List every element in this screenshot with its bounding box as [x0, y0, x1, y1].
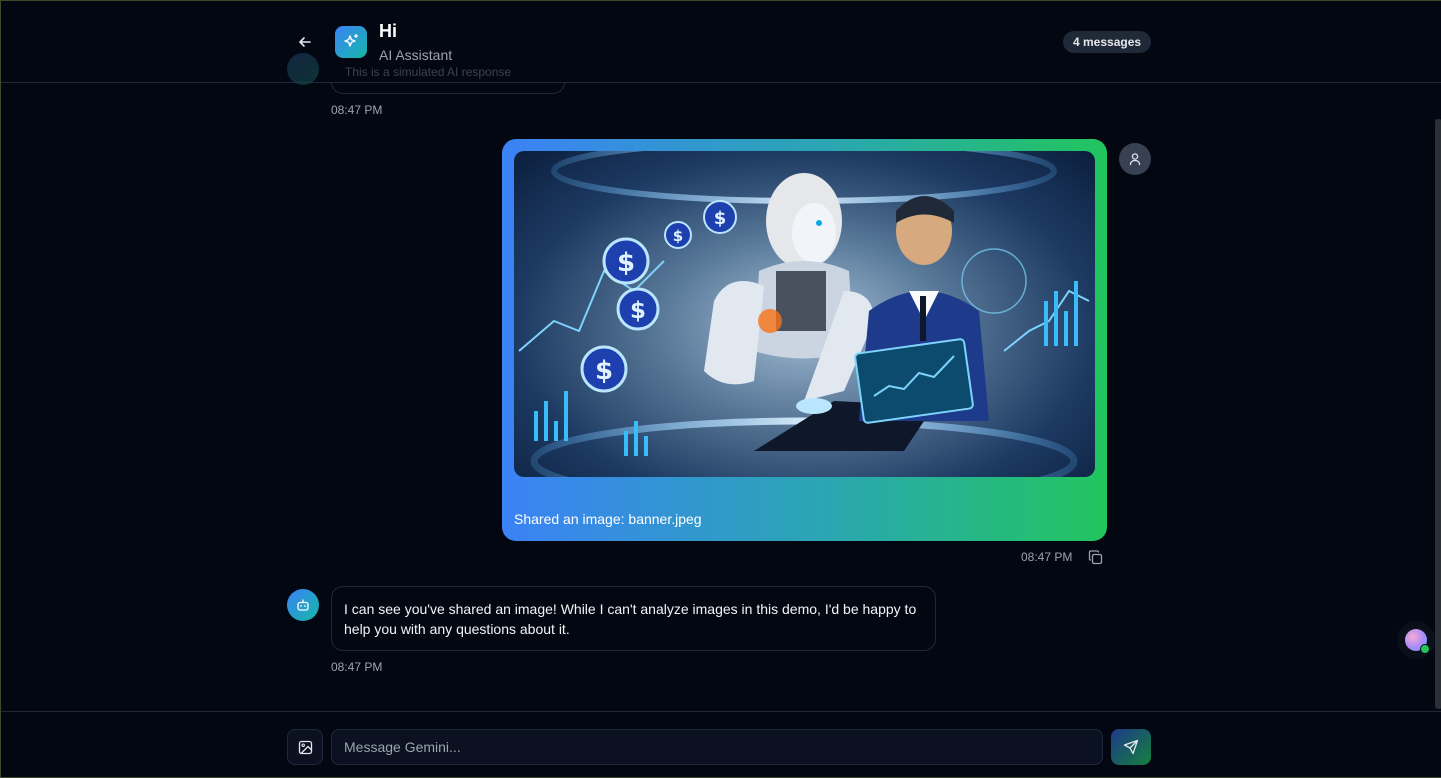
send-icon — [1123, 739, 1139, 755]
assistant-message-time: 08:47 PM — [331, 660, 383, 674]
sparkles-icon — [344, 33, 359, 47]
svg-text:$: $ — [617, 248, 635, 278]
copy-button[interactable] — [1087, 549, 1103, 565]
assistant-logo — [335, 26, 367, 58]
message-composer — [1, 711, 1441, 778]
widget-avatar-icon — [1405, 629, 1430, 654]
scrollbar-thumb[interactable] — [1435, 119, 1441, 709]
back-button[interactable] — [293, 30, 317, 54]
image-caption: Shared an image: banner.jpeg — [514, 511, 702, 527]
bot-avatar — [287, 589, 319, 621]
message-input[interactable] — [331, 729, 1103, 765]
chat-subtitle: AI Assistant — [379, 47, 453, 63]
svg-text:$: $ — [714, 208, 727, 229]
assistant-message-bubble: I can see you've shared an image! While … — [331, 586, 936, 651]
image-upload-button[interactable] — [287, 729, 323, 765]
send-button[interactable] — [1111, 729, 1151, 765]
chat-header: Hi AI Assistant 4 messages — [1, 1, 1441, 83]
chat-title: Hi — [379, 21, 397, 41]
arrow-left-icon — [299, 37, 311, 47]
user-icon — [1129, 153, 1141, 166]
previous-bot-avatar — [287, 53, 319, 85]
svg-text:$: $ — [595, 356, 613, 386]
user-avatar — [1119, 143, 1151, 175]
robot-and-businessman-image: $ $ $ $ $ — [518, 151, 1090, 477]
copy-icon — [1088, 549, 1102, 564]
user-message-time: 08:47 PM — [1021, 550, 1073, 564]
svg-text:$: $ — [630, 298, 646, 324]
message-count-badge: 4 messages — [1063, 31, 1152, 53]
floating-assistant-widget[interactable] — [1397, 621, 1435, 659]
bot-icon — [297, 599, 309, 611]
user-message-bubble: $ $ $ $ $ Shared an image: banner.jpeg — [502, 139, 1107, 541]
previous-message-text: This is a simulated AI response — [345, 65, 512, 79]
previous-message-time: 08:47 PM — [331, 103, 383, 117]
shared-image[interactable]: $ $ $ $ $ — [514, 151, 1095, 477]
image-icon — [298, 740, 312, 754]
svg-text:$: $ — [673, 227, 683, 245]
